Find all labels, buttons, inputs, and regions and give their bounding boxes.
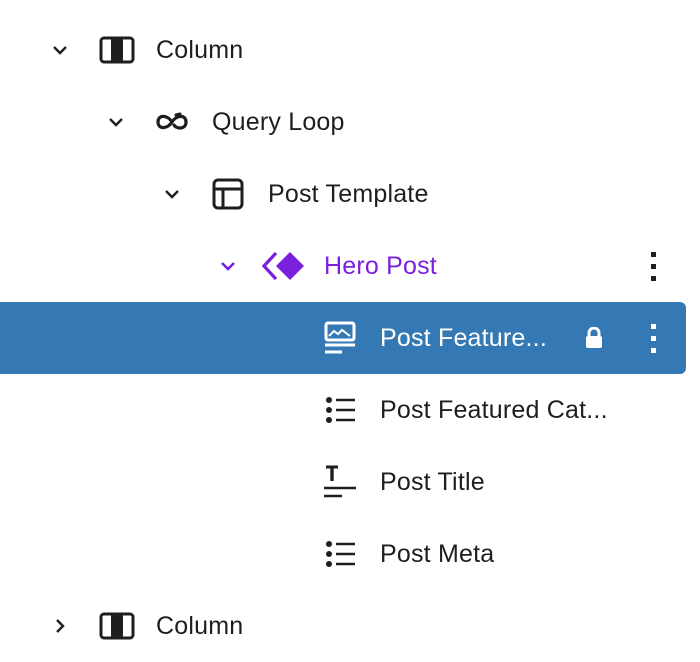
tree-item-column[interactable]: Column	[0, 14, 686, 86]
lock-icon	[582, 326, 606, 350]
tree-item-post-featured-categories[interactable]: Post Featured Cat...	[0, 374, 686, 446]
tree-item-post-meta[interactable]: Post Meta	[0, 518, 686, 590]
reusable-block-icon	[262, 248, 306, 284]
columns-icon	[99, 608, 135, 644]
more-vertical-icon[interactable]	[638, 320, 670, 356]
list-icon	[322, 536, 358, 572]
tree-item-label: Post Meta	[380, 540, 495, 568]
tree-item-hero-post[interactable]: Hero Post	[0, 230, 686, 302]
tree-item-label: Query Loop	[212, 108, 345, 136]
tree-item-label: Hero Post	[324, 252, 437, 280]
chevron-down-icon[interactable]	[158, 180, 186, 208]
chevron-right-icon[interactable]	[46, 612, 74, 640]
chevron-down-icon[interactable]	[46, 36, 74, 64]
tree-item-label: Post Feature...	[380, 324, 547, 352]
chevron-down-icon[interactable]	[102, 108, 130, 136]
columns-icon	[99, 32, 135, 68]
tree-item-post-title[interactable]: Post Title	[0, 446, 686, 518]
tree-item-label: Column	[156, 612, 244, 640]
tree-item-column-collapsed[interactable]: Column	[0, 590, 686, 662]
title-icon	[322, 464, 358, 500]
tree-item-label: Post Template	[268, 180, 429, 208]
tree-item-query-loop[interactable]: Query Loop	[0, 86, 686, 158]
layout-icon	[210, 176, 246, 212]
tree-item-label: Post Featured Cat...	[380, 396, 608, 424]
chevron-down-icon[interactable]	[214, 252, 242, 280]
featured-image-icon	[322, 320, 358, 356]
more-vertical-icon[interactable]	[638, 248, 670, 284]
tree-item-label: Column	[156, 36, 244, 64]
tree-item-post-featured-image[interactable]: Post Feature...	[0, 302, 686, 374]
tree-item-label: Post Title	[380, 468, 485, 496]
tree-item-post-template[interactable]: Post Template	[0, 158, 686, 230]
list-icon	[322, 392, 358, 428]
loop-icon	[154, 104, 190, 140]
